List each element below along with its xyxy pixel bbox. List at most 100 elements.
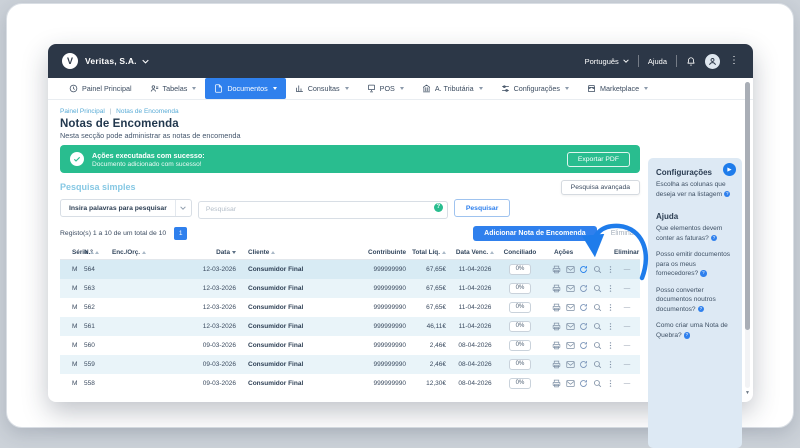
chevron-down-icon — [644, 87, 649, 90]
table-row[interactable]: M 560 09-03-2026 Consumidor Final 999999… — [60, 336, 640, 355]
top-bar: V Veritas, S.A. Português Ajuda ⋮ — [48, 44, 753, 78]
col-header-serie[interactable]: Série — [60, 249, 94, 256]
convert-refresh-icon[interactable] — [579, 379, 588, 388]
pagination-page-1[interactable]: 1 — [174, 226, 188, 240]
print-icon[interactable] — [552, 341, 561, 350]
print-icon[interactable] — [552, 360, 561, 369]
add-order-note-button[interactable]: Adicionar Nota de Encomenda — [473, 225, 597, 241]
convert-refresh-icon[interactable] — [579, 303, 588, 312]
menu-item-pos[interactable]: POS — [358, 78, 413, 99]
chevron-down-icon[interactable] — [142, 59, 149, 64]
col-header-eliminar: Eliminar — [614, 248, 640, 256]
eliminar-cell[interactable]: — — [614, 380, 640, 387]
preview-search-icon[interactable] — [593, 284, 602, 293]
vertical-scrollbar[interactable] — [745, 82, 750, 388]
breadcrumb-home[interactable]: Painel Principal — [60, 108, 105, 115]
chevron-down-icon — [564, 87, 569, 90]
col-header-contribuinte[interactable]: Contribuinte — [362, 249, 410, 256]
chevron-down-icon — [623, 59, 629, 63]
preview-search-icon[interactable] — [593, 322, 602, 331]
sidebar-help-title: Ajuda — [656, 212, 679, 222]
preview-search-icon[interactable] — [593, 341, 602, 350]
sidebar-item-nota-quebra[interactable]: Como criar uma Nota de Quebra?? — [656, 321, 734, 340]
info-badge-icon: ? — [723, 190, 731, 198]
scrollbar-down-arrow-icon[interactable]: ▼ — [745, 390, 750, 396]
table-row[interactable]: M 562 12-03-2026 Consumidor Final 999999… — [60, 298, 640, 317]
eliminar-cell[interactable]: — — [614, 266, 640, 273]
convert-refresh-icon[interactable] — [579, 341, 588, 350]
success-banner: Ações executadas com sucesso: Documento … — [60, 145, 640, 173]
table-row[interactable]: M 564 12-03-2026 Consumidor Final 999999… — [60, 259, 640, 279]
col-header-enc-orc[interactable]: Enc./Orç. — [112, 249, 192, 256]
email-icon[interactable] — [565, 379, 575, 388]
main-menu: Painel Principal Tabelas Documentos Cons… — [48, 78, 753, 100]
divider — [637, 55, 639, 67]
table-row[interactable]: M 559 09-03-2026 Consumidor Final 999999… — [60, 354, 640, 374]
search-submit-button[interactable]: Pesquisar — [453, 199, 511, 218]
email-icon[interactable] — [565, 303, 575, 312]
email-icon[interactable] — [565, 322, 575, 331]
menu-item-marketplace[interactable]: Marketplace — [578, 78, 657, 99]
print-icon[interactable] — [552, 303, 561, 312]
play-icon[interactable]: ▶ — [723, 163, 736, 176]
eliminar-cell[interactable]: — — [614, 361, 640, 368]
preview-search-icon[interactable] — [593, 265, 602, 274]
col-header-conciliado[interactable]: Conciliado — [500, 249, 540, 256]
advanced-search-button[interactable]: Pesquisa avançada — [560, 179, 640, 195]
convert-refresh-icon[interactable] — [579, 284, 588, 293]
menu-item-configuracoes[interactable]: Configurações — [492, 78, 578, 99]
email-icon[interactable] — [565, 341, 575, 350]
conciliado-badge: 0% — [508, 339, 532, 351]
menu-item-documentos[interactable]: Documentos — [205, 78, 286, 99]
eliminar-cell[interactable]: — — [614, 323, 640, 330]
table-row[interactable]: M 558 09-03-2026 Consumidor Final 999999… — [60, 374, 640, 393]
menu-item-painel-principal[interactable]: Painel Principal — [60, 78, 141, 99]
user-avatar[interactable] — [705, 53, 720, 69]
col-header-numero[interactable]: N.º — [84, 249, 112, 256]
search-input[interactable] — [197, 200, 448, 219]
col-header-total-liq[interactable]: Total Líq. — [410, 249, 450, 256]
bell-icon[interactable] — [686, 56, 696, 67]
menu-item-tabelas[interactable]: Tabelas — [141, 78, 206, 99]
help-link[interactable]: Ajuda — [648, 57, 667, 66]
convert-refresh-icon[interactable] — [579, 265, 588, 274]
delete-action[interactable]: Eliminar — [611, 230, 636, 237]
print-icon[interactable] — [552, 379, 561, 388]
overflow-menu-icon[interactable]: ⋮ — [729, 56, 739, 66]
print-icon[interactable] — [552, 322, 561, 331]
sidebar-item-faturas[interactable]: Que elementos devem conter as faturas?? — [656, 224, 734, 243]
convert-refresh-icon[interactable] — [579, 360, 588, 369]
email-icon[interactable] — [565, 265, 575, 274]
help-badge-icon[interactable]: ? — [433, 202, 443, 212]
preview-search-icon[interactable] — [593, 360, 602, 369]
export-pdf-button[interactable]: Exportar PDF — [566, 151, 630, 167]
col-header-cliente[interactable]: Cliente — [240, 249, 362, 256]
language-selector[interactable]: Português — [585, 57, 629, 66]
storefront-icon — [588, 85, 595, 92]
preview-search-icon[interactable] — [593, 379, 602, 388]
email-icon[interactable] — [565, 360, 575, 369]
search-field-selector[interactable]: Insira palavras para pesquisar — [60, 199, 192, 218]
convert-refresh-icon[interactable] — [579, 322, 588, 331]
menu-item-consultas[interactable]: Consultas — [286, 78, 358, 99]
sidebar-item-fornecedores[interactable]: Posso emitir documentos para os meus for… — [656, 250, 734, 279]
chevron-down-icon — [478, 87, 483, 90]
print-icon[interactable] — [552, 284, 561, 293]
table-row[interactable]: M 561 12-03-2026 Consumidor Final 999999… — [60, 316, 640, 336]
eliminar-cell[interactable]: — — [614, 304, 640, 311]
scrollbar-thumb[interactable] — [745, 82, 750, 330]
conciliado-badge: 0% — [508, 358, 532, 370]
email-icon[interactable] — [565, 284, 575, 293]
table-header-row: Série N.º Enc./Orç. Data Cliente Contrib… — [60, 246, 640, 260]
preview-search-icon[interactable] — [593, 303, 602, 312]
eliminar-cell[interactable]: — — [614, 285, 640, 292]
sidebar-item-columns[interactable]: Escolha as colunas que deseja ver na lis… — [656, 180, 734, 199]
col-header-data-venc[interactable]: Data Venc. — [450, 249, 500, 256]
eliminar-cell[interactable]: — — [614, 342, 640, 349]
table-row[interactable]: M 563 12-03-2026 Consumidor Final 999999… — [60, 278, 640, 298]
col-header-data[interactable]: Data — [192, 249, 240, 256]
main-content: Painel Principal | Notas de Encomenda No… — [60, 100, 640, 393]
menu-item-a-tributaria[interactable]: A. Tributária — [413, 78, 492, 99]
print-icon[interactable] — [552, 265, 561, 274]
sidebar-item-converter[interactable]: Posso converter documentos noutros docum… — [656, 286, 734, 315]
